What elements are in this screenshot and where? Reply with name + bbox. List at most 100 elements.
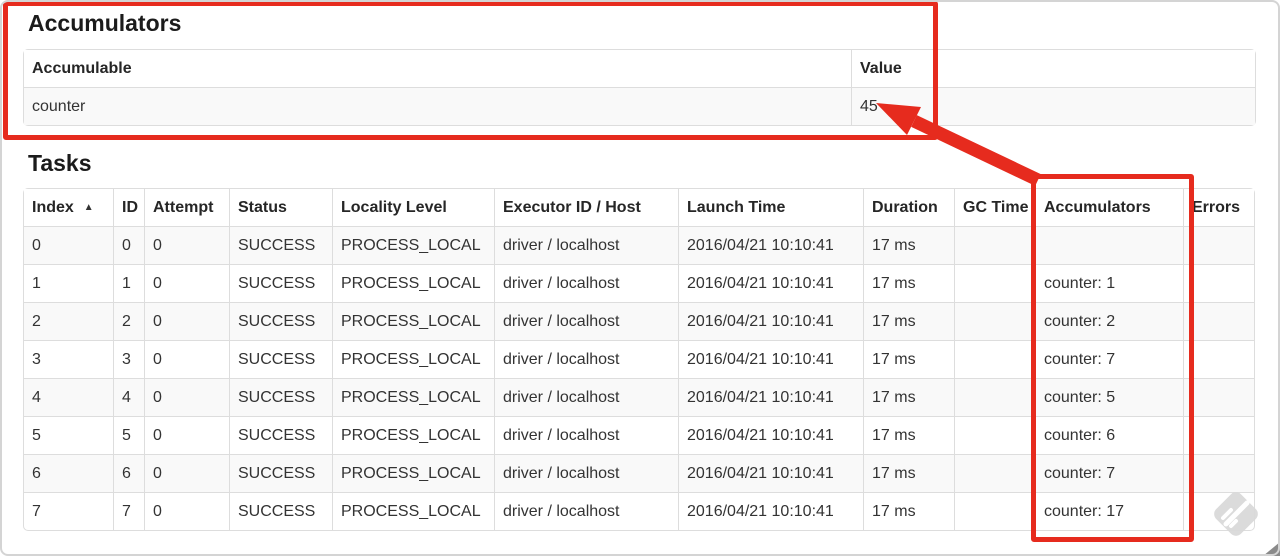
task-cell: 2 [24, 302, 113, 340]
task-cell [1183, 378, 1254, 416]
task-row: 2 2 0 SUCCESS PROCESS_LOCAL driver / loc… [24, 302, 1254, 340]
spark-stage-detail-page: { "accumulators_section": { "title": "Ac… [0, 0, 1280, 556]
header-duration[interactable]: Duration [863, 189, 954, 227]
task-cell: 0 [144, 264, 229, 302]
accumulable-header-row: Accumulable Value [24, 50, 1255, 88]
task-cell: SUCCESS [229, 492, 332, 530]
task-cell: driver / localhost [494, 227, 678, 264]
task-cell [1183, 302, 1254, 340]
task-row: 1 1 0 SUCCESS PROCESS_LOCAL driver / loc… [24, 264, 1254, 302]
header-executor-id-host[interactable]: Executor ID / Host [494, 189, 678, 227]
task-cell: 17 ms [863, 416, 954, 454]
task-cell: 1 [24, 264, 113, 302]
tasks-table: Index ▲ ID Attempt Status Locality Level … [23, 188, 1255, 531]
task-cell: SUCCESS [229, 378, 332, 416]
task-cell-accumulators: counter: 7 [1035, 340, 1183, 378]
task-cell: 2016/04/21 10:10:41 [678, 264, 863, 302]
task-cell [954, 264, 1035, 302]
task-cell-accumulators [1035, 227, 1183, 264]
header-index[interactable]: Index ▲ [24, 189, 113, 227]
task-row: 7 7 0 SUCCESS PROCESS_LOCAL driver / loc… [24, 492, 1254, 530]
task-cell: 5 [113, 416, 144, 454]
task-cell: 2016/04/21 10:10:41 [678, 227, 863, 264]
task-cell: driver / localhost [494, 264, 678, 302]
task-cell: 7 [24, 492, 113, 530]
task-cell: 17 ms [863, 302, 954, 340]
task-cell-accumulators: counter: 17 [1035, 492, 1183, 530]
task-row: 0 0 0 SUCCESS PROCESS_LOCAL driver / loc… [24, 227, 1254, 264]
accumulators-section-title: Accumulators [28, 10, 182, 36]
task-cell: 3 [24, 340, 113, 378]
task-cell: SUCCESS [229, 264, 332, 302]
task-cell: 3 [113, 340, 144, 378]
sort-asc-icon: ▲ [83, 202, 94, 213]
header-id[interactable]: ID [113, 189, 144, 227]
accumulable-column-header: Accumulable [24, 50, 851, 88]
task-cell-accumulators: counter: 5 [1035, 378, 1183, 416]
task-cell: driver / localhost [494, 416, 678, 454]
task-cell: PROCESS_LOCAL [332, 340, 494, 378]
task-cell: PROCESS_LOCAL [332, 302, 494, 340]
task-cell: 17 ms [863, 227, 954, 264]
header-launch-time[interactable]: Launch Time [678, 189, 863, 227]
task-cell: driver / localhost [494, 378, 678, 416]
task-cell [1183, 264, 1254, 302]
task-cell [954, 492, 1035, 530]
task-row: 6 6 0 SUCCESS PROCESS_LOCAL driver / loc… [24, 454, 1254, 492]
task-cell: 5 [24, 416, 113, 454]
task-cell: 0 [144, 378, 229, 416]
task-cell [1183, 340, 1254, 378]
task-cell: driver / localhost [494, 454, 678, 492]
task-cell: 0 [144, 340, 229, 378]
task-cell: 1 [113, 264, 144, 302]
task-cell: 17 ms [863, 264, 954, 302]
task-cell [954, 302, 1035, 340]
header-locality-level[interactable]: Locality Level [332, 189, 494, 227]
task-cell [954, 416, 1035, 454]
task-cell: SUCCESS [229, 416, 332, 454]
header-attempt[interactable]: Attempt [144, 189, 229, 227]
task-cell [954, 454, 1035, 492]
task-cell [954, 378, 1035, 416]
task-cell: 4 [24, 378, 113, 416]
task-cell: 4 [113, 378, 144, 416]
task-row: 4 4 0 SUCCESS PROCESS_LOCAL driver / loc… [24, 378, 1254, 416]
accumulable-table: Accumulable Value counter 45 [23, 49, 1256, 126]
accumulable-row: counter 45 [24, 88, 1255, 125]
task-cell: 6 [113, 454, 144, 492]
task-cell: 2 [113, 302, 144, 340]
task-cell: PROCESS_LOCAL [332, 264, 494, 302]
task-cell-accumulators: counter: 1 [1035, 264, 1183, 302]
task-cell: 2016/04/21 10:10:41 [678, 416, 863, 454]
task-cell: PROCESS_LOCAL [332, 227, 494, 264]
task-cell: 0 [144, 454, 229, 492]
task-cell [1183, 227, 1254, 264]
task-cell: 0 [144, 227, 229, 264]
tasks-section-title: Tasks [28, 150, 92, 176]
task-cell: 17 ms [863, 340, 954, 378]
task-cell: SUCCESS [229, 302, 332, 340]
task-cell [1183, 454, 1254, 492]
task-row: 3 3 0 SUCCESS PROCESS_LOCAL driver / loc… [24, 340, 1254, 378]
task-cell [1183, 492, 1254, 530]
header-status[interactable]: Status [229, 189, 332, 227]
tasks-header-row: Index ▲ ID Attempt Status Locality Level … [24, 189, 1254, 227]
task-cell: 2016/04/21 10:10:41 [678, 340, 863, 378]
header-errors[interactable]: Errors [1183, 189, 1254, 227]
task-cell: 2016/04/21 10:10:41 [678, 454, 863, 492]
header-gc-time[interactable]: GC Time [954, 189, 1035, 227]
task-cell: 17 ms [863, 492, 954, 530]
task-cell: 0 [144, 492, 229, 530]
task-cell: 6 [24, 454, 113, 492]
task-cell: 0 [24, 227, 113, 264]
corner-artifact [1263, 542, 1280, 556]
task-cell [1183, 416, 1254, 454]
task-cell [954, 227, 1035, 264]
task-cell: PROCESS_LOCAL [332, 492, 494, 530]
header-accumulators[interactable]: Accumulators [1035, 189, 1183, 227]
task-row: 5 5 0 SUCCESS PROCESS_LOCAL driver / loc… [24, 416, 1254, 454]
task-cell: PROCESS_LOCAL [332, 416, 494, 454]
accumulable-name-cell: counter [24, 88, 851, 125]
task-cell: 17 ms [863, 378, 954, 416]
task-cell: PROCESS_LOCAL [332, 454, 494, 492]
